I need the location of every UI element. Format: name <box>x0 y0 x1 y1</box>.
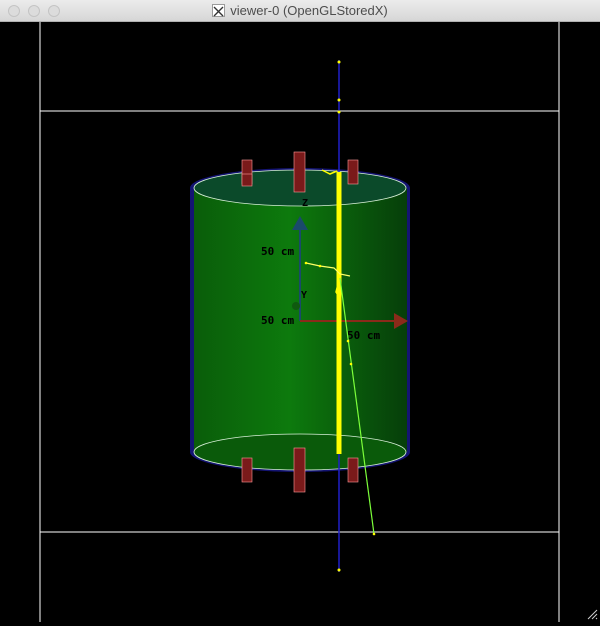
opengl-viewport[interactable]: 50 cm Z Y 50 cm 50 cm <box>0 22 600 622</box>
scene-canvas[interactable]: 50 cm Z Y 50 cm 50 cm <box>0 22 600 622</box>
x11-icon <box>212 4 226 17</box>
window-title-area: viewer-0 (OpenGLStoredX) <box>0 3 600 18</box>
z-axis-name-label: Z <box>302 198 308 209</box>
y-axis-name-label: Y <box>301 290 307 301</box>
window-titlebar: viewer-0 (OpenGLStoredX) <box>0 0 600 22</box>
window-title: viewer-0 (OpenGLStoredX) <box>230 3 388 18</box>
x-axis-length-label: 50 cm <box>347 329 380 342</box>
resize-grip-icon[interactable] <box>586 608 598 620</box>
z-axis-length-label: 50 cm <box>261 245 294 258</box>
y-axis-length-label: 50 cm <box>261 314 294 327</box>
